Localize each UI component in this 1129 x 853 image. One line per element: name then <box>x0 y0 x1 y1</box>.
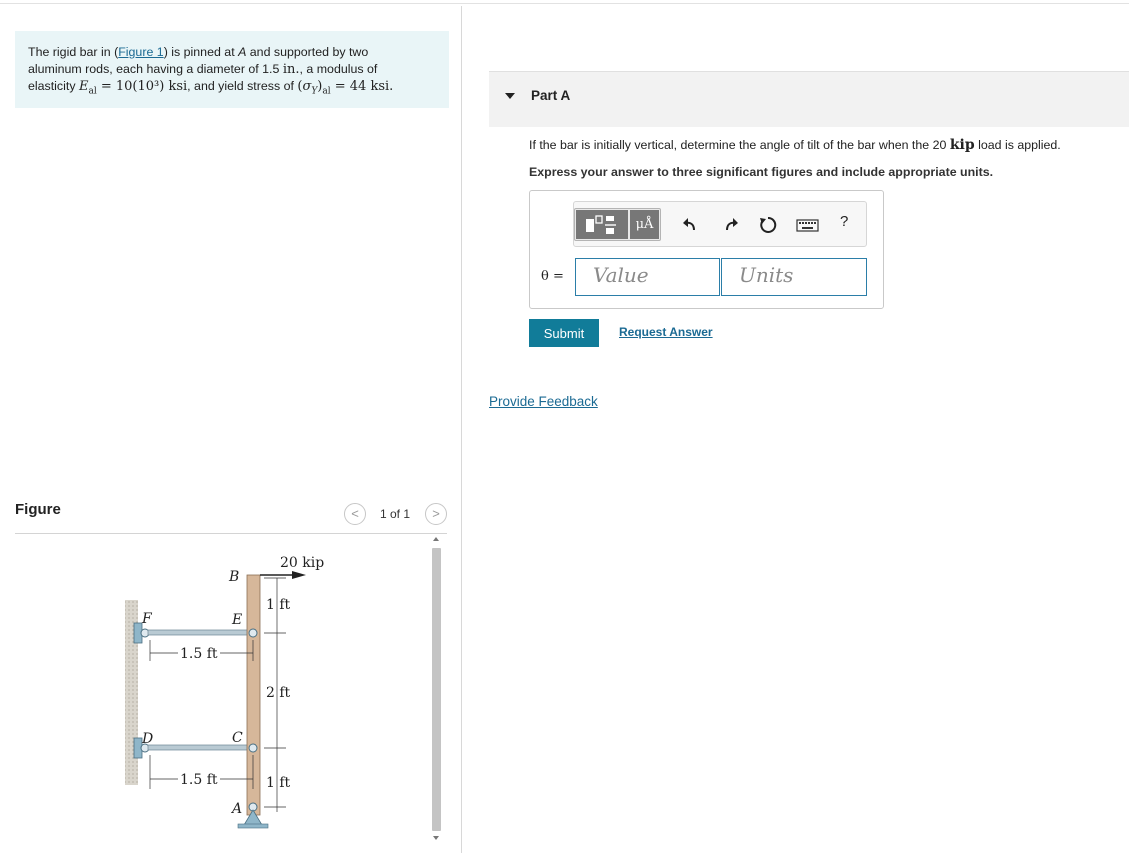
templates-button-icon[interactable] <box>576 210 628 239</box>
label-a: A <box>230 801 242 817</box>
problem-statement: The rigid bar in (Figure 1) is pinned at… <box>15 31 449 108</box>
modulus-value: 10(10³) ksi <box>115 79 188 94</box>
problem-text: aluminum rods, each having a diameter of… <box>28 62 283 76</box>
pager-label: 1 of 1 <box>380 507 411 521</box>
figure-pager: < 1 of 1 > <box>344 503 448 527</box>
rod-length-bot-label: 1.5 ft <box>180 772 218 788</box>
kip-unit: kip <box>949 137 975 153</box>
label-d: D <box>141 731 153 747</box>
submit-button[interactable]: Submit <box>529 319 599 347</box>
yield-value: = 44 ksi. <box>334 79 394 94</box>
dim-bot-label: 1 ft <box>266 775 291 791</box>
next-figure-button[interactable]: > <box>425 503 447 525</box>
figure-link[interactable]: Figure 1 <box>118 45 163 59</box>
figure-header-rule <box>15 533 447 534</box>
figure-title: Figure <box>15 501 61 518</box>
rod-length-top-label: 1.5 ft <box>180 646 218 662</box>
scroll-thumb[interactable] <box>432 548 441 831</box>
dim-top-label: 1 ft <box>266 597 291 613</box>
problem-text: elasticity <box>28 79 79 93</box>
help-button[interactable]: ? <box>840 213 848 230</box>
load-arrow-head <box>292 571 306 579</box>
label-b: B <box>228 569 239 585</box>
inch-unit: in. <box>282 62 300 77</box>
problem-text: The rigid bar in ( <box>28 45 119 59</box>
rod-fe <box>147 629 251 636</box>
pin-c <box>248 743 258 753</box>
part-title: Part A <box>531 88 571 103</box>
problem-text: ) is pinned at <box>163 45 239 59</box>
load-label: 20 kip <box>280 555 324 571</box>
problem-text: and supported by two <box>246 45 369 59</box>
scroll-down-arrow[interactable] <box>433 836 439 840</box>
ground-plate <box>237 823 269 829</box>
previous-figure-button[interactable]: < <box>344 503 366 525</box>
undo-icon[interactable] <box>680 215 700 235</box>
keyboard-icon[interactable] <box>796 215 820 235</box>
problem-text: , a modulus of <box>299 62 378 76</box>
reset-icon[interactable] <box>758 215 778 235</box>
pane-divider <box>461 6 462 853</box>
answer-box: μÅ ? θ = Value Units <box>529 190 884 309</box>
value-input[interactable]: Value <box>575 258 720 296</box>
request-answer-link[interactable]: Request Answer <box>619 325 713 339</box>
template-group: μÅ <box>574 208 661 241</box>
part-a-header[interactable]: Part A <box>489 71 1129 127</box>
label-e: E <box>231 612 242 628</box>
collapse-caret-icon[interactable] <box>505 93 515 99</box>
provide-feedback-link[interactable]: Provide Feedback <box>489 394 598 409</box>
figure-diagram: B E C A F D 20 kip 1 ft 2 ft 1 ft 1.5 ft… <box>125 555 324 829</box>
units-button[interactable]: μÅ <box>630 210 659 239</box>
yield-symbol: (σY)al <box>297 79 331 97</box>
math-toolbar: μÅ ? <box>573 201 867 247</box>
answer-instruction: Express your answer to three significant… <box>529 165 994 179</box>
redo-icon[interactable] <box>721 215 741 235</box>
top-border <box>0 3 1129 4</box>
label-c: C <box>232 730 243 746</box>
dim-mid-label: 2 ft <box>266 685 291 701</box>
units-input[interactable]: Units <box>721 258 867 296</box>
pin-e <box>248 628 258 638</box>
question-text-start: If the bar is initially vertical, determ… <box>529 138 950 152</box>
question-text: If the bar is initially vertical, determ… <box>529 137 1061 153</box>
modulus-symbol: Eal = <box>78 79 116 97</box>
question-text-end: load is applied. <box>974 138 1061 152</box>
scroll-up-arrow[interactable] <box>433 537 439 541</box>
problem-text: , and yield stress of <box>187 79 298 93</box>
theta-label: θ = <box>541 269 564 284</box>
label-f: F <box>141 611 153 627</box>
figure-scrollbar[interactable] <box>429 536 445 848</box>
